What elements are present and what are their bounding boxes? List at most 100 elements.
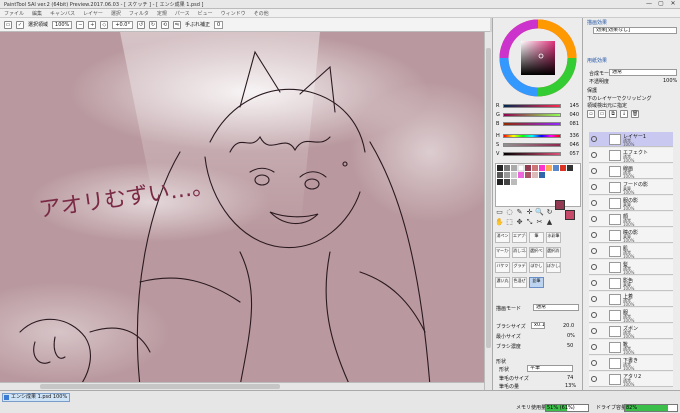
eye-icon[interactable] [591, 280, 597, 286]
brush-tool-0-1[interactable]: エアブラシ [512, 232, 527, 243]
ref-checkbox-label[interactable]: 領域検出元に指定 [587, 102, 627, 109]
menu-view[interactable]: ビュー [198, 10, 213, 17]
brush-tool-1-0[interactable]: マーカー [495, 247, 510, 258]
layer-row[interactable]: アタリ2 通常 100% [589, 372, 673, 387]
selection-toggle-icon[interactable]: ✓ [16, 20, 24, 29]
shape-select[interactable]: 平筆 [527, 365, 573, 372]
rgb-value-g[interactable]: 040 [563, 112, 579, 118]
hsv-slider-h[interactable] [503, 134, 561, 138]
new-folder-icon[interactable]: ▭ [598, 110, 606, 118]
eye-icon[interactable] [591, 216, 597, 222]
brush-tool-1-2[interactable]: 選択ペン [529, 247, 544, 258]
menu-ruler[interactable]: 定規 [157, 10, 167, 17]
rotate-left-icon[interactable]: ↺ [136, 20, 145, 29]
file-tab[interactable]: エンシ成果 1.psd 100% [2, 393, 70, 402]
layer-row[interactable]: 下書き 通常 100% [589, 356, 673, 371]
eye-icon[interactable] [591, 136, 597, 142]
tool-icon-5[interactable]: ↻ [545, 208, 554, 217]
zoom-reset-icon[interactable]: ◇ [100, 20, 109, 29]
layer-row[interactable]: フードの影 乗算 100% [589, 180, 673, 195]
rgb-slider-b[interactable] [503, 122, 561, 126]
flip-icon[interactable]: ⇋ [172, 20, 181, 29]
delete-layer-icon[interactable]: 🗑 [631, 110, 639, 118]
brush-tool-0-0[interactable]: 消ペン [495, 232, 510, 243]
tool-icon-9[interactable]: ⤡ [525, 218, 534, 227]
eye-icon[interactable] [591, 360, 597, 366]
layer-row[interactable]: レイヤー1 通常 100% [589, 132, 673, 147]
color-swatches[interactable] [495, 163, 581, 207]
secondary-color-swatch[interactable] [565, 210, 575, 220]
brush-tool-1-3[interactable]: 選択消し [546, 247, 561, 258]
menu-file[interactable]: ファイル [4, 10, 24, 17]
layer-row[interactable]: 髪通常 100% [589, 260, 673, 275]
tool-icon-0[interactable]: ▭ [495, 208, 504, 217]
tool-icon-6[interactable]: ✋ [495, 218, 504, 227]
brush-tool-1-1[interactable]: 消しゴム [512, 247, 527, 258]
menu-layer[interactable]: レイヤー [83, 10, 103, 17]
eye-icon[interactable] [591, 312, 597, 318]
primary-color-swatch[interactable] [555, 200, 565, 210]
tool-icon-7[interactable]: ⬚ [505, 218, 514, 227]
menu-filter[interactable]: フィルタ [129, 10, 149, 17]
eye-icon[interactable] [591, 152, 597, 158]
canvas-horizontal-scrollbar[interactable] [0, 382, 484, 390]
tool-icon-1[interactable]: ◌ [505, 208, 514, 217]
tool-icon-4[interactable]: 🔍 [535, 208, 544, 217]
eye-icon[interactable] [591, 344, 597, 350]
layer-row[interactable]: 線画 通常 100% [589, 164, 673, 179]
swatch-grid[interactable] [496, 164, 580, 206]
close-button[interactable]: ✕ [668, 0, 678, 8]
color-wheel[interactable] [493, 18, 583, 98]
rgb-value-b[interactable]: 081 [563, 121, 579, 127]
menu-window[interactable]: ウィンドウ [221, 10, 246, 17]
rotation-field[interactable]: +0.0° [112, 20, 133, 29]
vscroll-thumb[interactable] [486, 48, 491, 348]
eye-icon[interactable] [591, 376, 597, 382]
menu-edit[interactable]: 編集 [32, 10, 42, 17]
drawing-canvas[interactable]: アオリむずい…。 [0, 32, 484, 386]
eye-icon[interactable] [591, 232, 597, 238]
rotate-reset-icon[interactable]: ⟲ [160, 20, 169, 29]
eye-icon[interactable] [591, 296, 597, 302]
zoom-field[interactable]: 100% [52, 20, 73, 29]
brush-mode-select[interactable]: 通常 [533, 304, 579, 311]
tool-icon-3[interactable]: ✛ [525, 208, 534, 217]
eye-icon[interactable] [591, 184, 597, 190]
eye-icon[interactable] [591, 200, 597, 206]
layer-row[interactable]: ズボン 通常 100% [589, 324, 673, 339]
layer-row[interactable]: 上着 通常 100% [589, 292, 673, 307]
hsv-value-s[interactable]: 046 [563, 142, 579, 148]
rgb-value-r[interactable]: 145 [563, 103, 579, 109]
maximize-button[interactable]: ▢ [656, 0, 666, 8]
deselect-icon[interactable]: ▭ [4, 20, 12, 29]
merge-layer-icon[interactable]: ↓ [620, 110, 628, 118]
layer-row[interactable]: 影色 乗算 100% [589, 276, 673, 291]
clip-checkbox-label[interactable]: 下のレイヤーでクリッピング [587, 95, 652, 102]
menu-select[interactable]: 選択 [111, 10, 121, 17]
brush-tool-3-2[interactable]: 鉛筆 [529, 277, 544, 288]
stabilizer-field[interactable]: 0 [213, 20, 224, 29]
brush-tool-3-0[interactable]: 濃い丸 [495, 277, 510, 288]
eye-icon[interactable] [591, 168, 597, 174]
minimize-button[interactable]: — [644, 0, 654, 8]
new-layer-icon[interactable]: ▫ [587, 110, 595, 118]
tool-icon-2[interactable]: ✎ [515, 208, 524, 217]
brush-tool-0-2[interactable]: 筆 [529, 232, 544, 243]
tool-icon-8[interactable]: ✥ [515, 218, 524, 227]
brush-tool-2-0[interactable]: バケツ [495, 262, 510, 273]
brush-tool-2-1[interactable]: グラデ [512, 262, 527, 273]
menu-perspective[interactable]: パース [175, 10, 190, 17]
menu-canvas[interactable]: キャンバス [50, 10, 75, 17]
copy-layer-icon[interactable]: ⧉ [609, 110, 617, 118]
blend-mode-select[interactable]: 通常 [609, 69, 677, 76]
hsv-value-h[interactable]: 336 [563, 133, 579, 139]
hsv-slider-v[interactable] [503, 152, 561, 156]
brush-tool-2-3[interactable]: ぼかし消し [546, 262, 561, 273]
brush-tool-3-1[interactable]: 色混ぜ [512, 277, 527, 288]
zoom-out-icon[interactable]: − [76, 20, 85, 29]
rgb-slider-g[interactable] [503, 113, 561, 117]
hscroll-thumb[interactable] [40, 384, 280, 389]
layer-row[interactable]: エフェクト 通常 100% [589, 148, 673, 163]
layer-row[interactable]: 瞳の影 乗算 100% [589, 228, 673, 243]
rotate-right-icon[interactable]: ↻ [148, 20, 157, 29]
